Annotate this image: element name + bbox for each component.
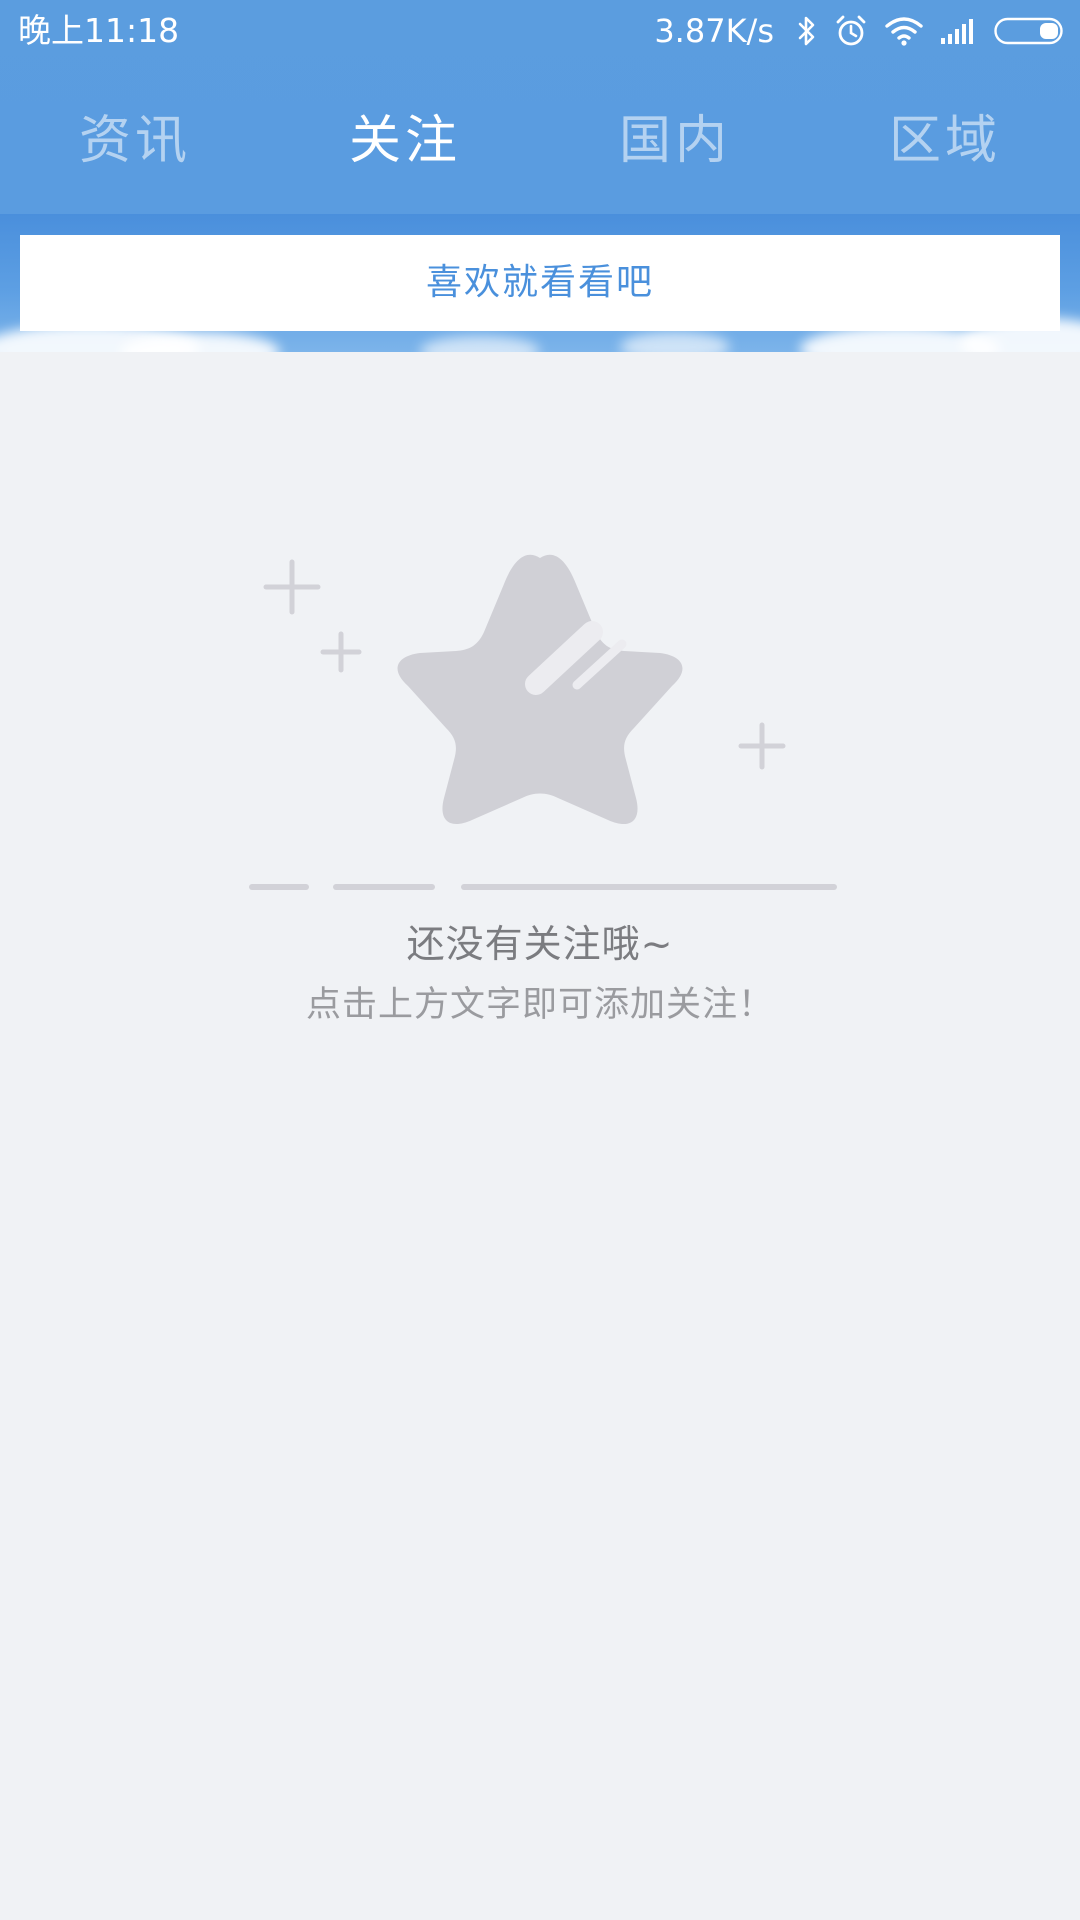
cloud-decoration: [620, 332, 730, 352]
status-bar: 晚上11:18 3.87K/s: [0, 0, 1080, 62]
empty-illustration: [240, 540, 840, 900]
category-tabs: 资讯 关注 国内 区域: [0, 100, 1080, 182]
tab-domestic[interactable]: 国内: [540, 100, 810, 182]
follow-screen: 晚上11:18 3.87K/s 资讯 关注 国内 区域 喜欢就看看吧 还没有关注…: [0, 0, 1080, 1920]
empty-state-title: 还没有关注哦~: [406, 922, 674, 966]
recommend-banner[interactable]: 喜欢就看看吧: [20, 235, 1060, 331]
tab-region[interactable]: 区域: [810, 100, 1080, 182]
signal-icon: [940, 17, 978, 45]
net-speed: 3.87K/s: [654, 12, 774, 50]
alarm-icon: [834, 14, 868, 48]
wifi-icon: [884, 16, 924, 46]
tab-follow[interactable]: 关注: [270, 100, 540, 182]
empty-state-subtitle: 点击上方文字即可添加关注！: [305, 985, 774, 1025]
star-icon: [397, 554, 683, 825]
status-icons: 3.87K/s: [654, 10, 1066, 52]
bluetooth-icon: [796, 15, 818, 47]
header-area: 晚上11:18 3.87K/s 资讯 关注 国内 区域 喜欢就看看吧: [0, 0, 1080, 352]
status-time: 晚上11:18: [18, 11, 180, 50]
battery-icon: [994, 16, 1066, 46]
cloud-decoration: [420, 336, 540, 352]
tab-news[interactable]: 资讯: [0, 100, 270, 182]
